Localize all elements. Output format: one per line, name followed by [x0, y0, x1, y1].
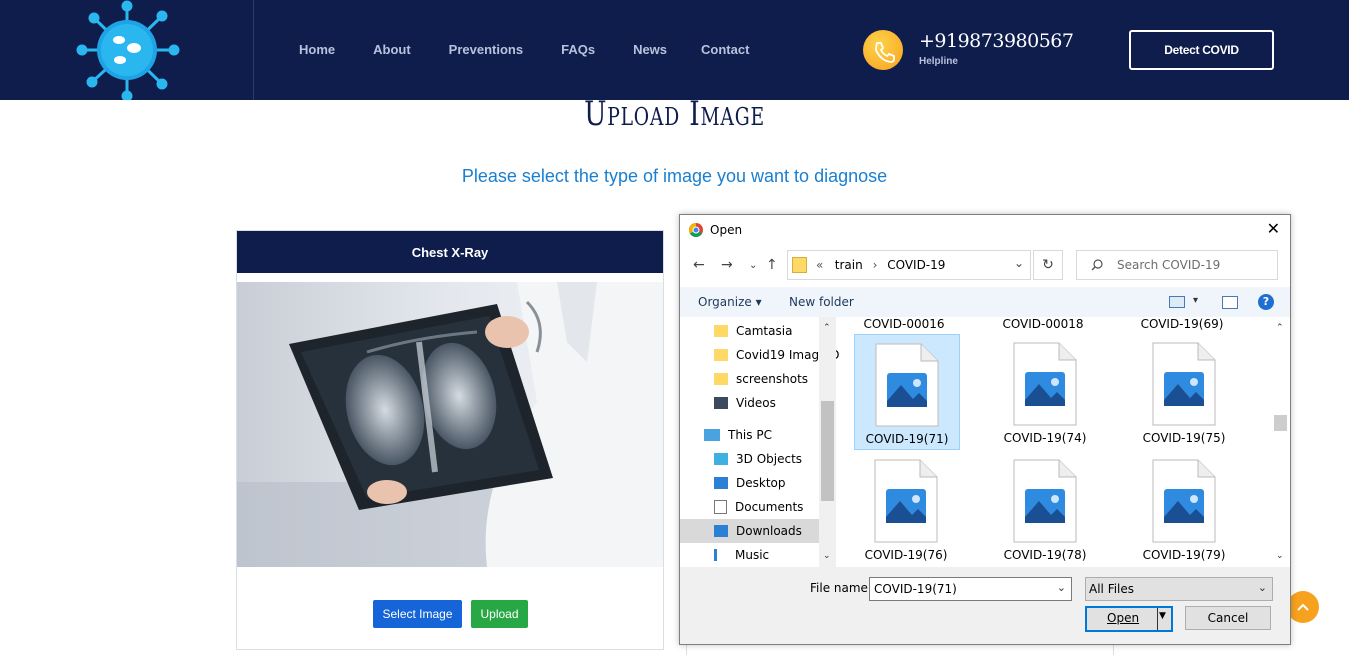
dropdown-arrow-icon[interactable]: ▼ — [1159, 611, 1166, 621]
forward-arrow-icon[interactable]: → — [721, 257, 733, 273]
videos-icon — [714, 397, 728, 409]
image-file-icon — [1152, 342, 1216, 426]
folder-icon — [714, 349, 728, 361]
file-covid-00018[interactable]: COVID-00018 — [991, 317, 1095, 331]
chrome-icon — [689, 223, 703, 237]
file-list-scrollbar[interactable]: ⌃ ⌄ — [1272, 317, 1289, 567]
page-title: Upload Image — [584, 94, 765, 134]
page-subtitle: Please select the type of image you want… — [461, 166, 888, 186]
chest-xray-card: Chest X-Ray Select Image Upload — [236, 230, 664, 650]
file-covid-19-74[interactable]: COVID-19(74) — [993, 334, 1097, 448]
file-name-label: File name: — [810, 581, 872, 595]
view-dropdown-icon[interactable]: ▾ — [1193, 295, 1198, 306]
open-file-dialog: Open ✕ ← → ⌄ ↑ « train › COVID-19 ⌄ ↻ Se… — [679, 214, 1291, 645]
nav-home[interactable]: Home — [299, 42, 335, 57]
chevron-down-icon[interactable]: ⌄ — [1057, 581, 1066, 594]
file-covid-19-78[interactable]: COVID-19(78) — [993, 451, 1097, 565]
breadcrumb-train[interactable]: train — [835, 258, 863, 272]
phone-number[interactable]: +919873980567 — [919, 30, 1074, 52]
navigation-pane: Camtasia Covid19 Image D screenshots Vid… — [680, 317, 840, 567]
search-placeholder: Search COVID-19 — [1117, 258, 1221, 272]
detect-covid-button[interactable]: Detect COVID — [1129, 30, 1274, 70]
cancel-button[interactable]: Cancel — [1185, 606, 1271, 630]
helpline-label: Helpline — [919, 56, 958, 67]
nav-pane-scrollbar[interactable]: ⌃ ⌄ — [819, 317, 836, 567]
nav-about[interactable]: About — [373, 42, 411, 57]
refresh-icon[interactable]: ↻ — [1033, 250, 1063, 280]
site-header: Home About Preventions FAQs News Contact… — [0, 0, 1349, 100]
xray-photo — [237, 282, 663, 567]
close-icon[interactable]: ✕ — [1267, 219, 1280, 238]
view-icon[interactable] — [1169, 296, 1185, 308]
nav-faqs[interactable]: FAQs — [561, 42, 595, 57]
file-type-select[interactable]: All Files ⌄ — [1085, 577, 1273, 601]
select-image-button[interactable]: Select Image — [373, 600, 462, 628]
breadcrumb: « train › COVID-19 — [816, 258, 946, 272]
file-covid-19-79[interactable]: COVID-19(79) — [1132, 451, 1236, 565]
phone-icon — [863, 30, 903, 70]
folder-icon — [714, 373, 728, 385]
virus-logo-icon[interactable] — [74, 0, 180, 100]
open-button[interactable]: Open ▼ — [1085, 606, 1173, 632]
cube-icon — [714, 453, 728, 465]
scrollbar-thumb[interactable] — [1274, 415, 1287, 431]
file-covid-00016[interactable]: COVID-00016 — [852, 317, 956, 331]
image-file-icon — [1013, 342, 1077, 426]
file-covid-19-75[interactable]: COVID-19(75) — [1132, 334, 1236, 448]
organize-menu[interactable]: Organize ▾ — [698, 295, 762, 309]
nav-contact[interactable]: Contact — [701, 42, 749, 57]
up-arrow-icon[interactable]: ↑ — [766, 257, 778, 273]
pc-icon — [704, 429, 720, 441]
music-icon — [714, 549, 727, 561]
search-icon — [1091, 259, 1103, 271]
chevron-up-icon[interactable] — [1287, 591, 1319, 623]
tree-item-downloads[interactable]: Downloads — [680, 519, 819, 543]
file-covid-19-71[interactable]: COVID-19(71) — [854, 334, 960, 450]
recent-dropdown-icon[interactable]: ⌄ — [749, 260, 757, 271]
chevron-down-icon: ⌄ — [1257, 581, 1267, 594]
document-icon — [714, 500, 727, 514]
breadcrumb-covid[interactable]: COVID-19 — [887, 258, 945, 272]
dialog-footer: File name: COVID-19(71) ⌄ All Files ⌄ Op… — [680, 567, 1290, 644]
file-list: COVID-00016 COVID-00018 COVID-19(69) COV… — [835, 317, 1275, 567]
header-divider — [253, 0, 254, 100]
address-bar[interactable]: « train › COVID-19 ⌄ — [787, 250, 1031, 280]
help-icon[interactable]: ? — [1258, 294, 1274, 310]
back-arrow-icon[interactable]: ← — [693, 257, 705, 273]
file-covid-19-76[interactable]: COVID-19(76) — [854, 451, 958, 565]
preview-pane-icon[interactable] — [1222, 296, 1238, 309]
image-file-icon — [875, 343, 939, 427]
download-icon — [714, 525, 728, 537]
dialog-toolbar: Organize ▾ New folder ▾ ? — [680, 287, 1290, 317]
card-title: Chest X-Ray — [237, 231, 663, 273]
main-nav: Home About Preventions FAQs News Contact — [299, 42, 749, 57]
nav-news[interactable]: News — [633, 42, 667, 57]
image-file-icon — [1152, 459, 1216, 543]
nav-preventions[interactable]: Preventions — [449, 42, 523, 57]
desktop-icon — [714, 477, 728, 489]
image-file-icon — [1013, 459, 1077, 543]
file-covid-19-69[interactable]: COVID-19(69) — [1130, 317, 1234, 331]
dialog-title: Open — [710, 223, 743, 237]
chevron-down-icon[interactable]: ⌄ — [1014, 256, 1024, 270]
new-folder-button[interactable]: New folder — [789, 295, 854, 309]
folder-icon — [714, 325, 728, 337]
upload-button[interactable]: Upload — [471, 600, 528, 628]
image-file-icon — [874, 459, 938, 543]
file-name-input[interactable]: COVID-19(71) ⌄ — [869, 577, 1072, 601]
search-input[interactable]: Search COVID-19 — [1076, 250, 1278, 280]
scrollbar-thumb[interactable] — [821, 401, 834, 501]
folder-icon — [792, 257, 807, 273]
